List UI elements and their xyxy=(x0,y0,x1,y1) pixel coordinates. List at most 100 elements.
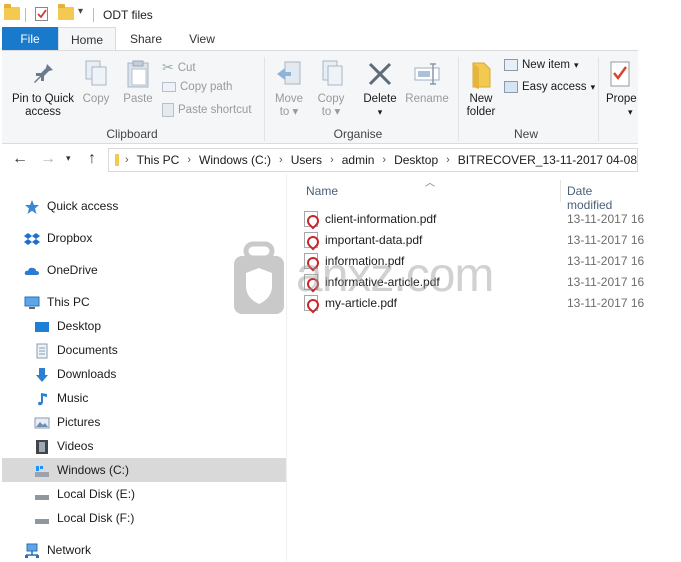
column-divider[interactable] xyxy=(560,180,561,202)
properties-button[interactable]: Prope ▾ xyxy=(602,59,638,119)
breadcrumb-separator: › xyxy=(382,154,387,166)
easy-access-icon xyxy=(504,81,518,93)
nav-item-videos[interactable]: Videos xyxy=(34,434,93,458)
tab-file[interactable]: File xyxy=(2,27,58,51)
rename-icon xyxy=(402,59,452,93)
nav-item-downloads[interactable]: Downloads xyxy=(34,362,116,386)
properties-check-icon[interactable] xyxy=(34,6,50,25)
copy-button[interactable]: Copy xyxy=(78,59,114,106)
paste-button[interactable]: Paste xyxy=(118,59,158,106)
tab-share[interactable]: Share xyxy=(122,27,170,51)
divider xyxy=(25,8,26,22)
copy-path-icon xyxy=(162,82,176,92)
star-icon xyxy=(24,199,40,214)
breadcrumb-current-folder[interactable]: BITRECOVER_13-11-2017 04-08 xyxy=(458,153,637,167)
nav-item-onedrive[interactable]: OneDrive xyxy=(24,258,98,282)
properties-label: Prope xyxy=(606,93,637,105)
column-header-name[interactable]: Name xyxy=(306,184,338,198)
file-date: 13-11-2017 16 xyxy=(567,212,645,226)
nav-item-quick-access[interactable]: Quick access xyxy=(24,194,118,218)
film-icon xyxy=(34,439,50,454)
divider xyxy=(93,8,94,22)
nav-item-label: Windows (C:) xyxy=(57,463,130,477)
move-to-label-2: to ▾ xyxy=(279,106,299,118)
nav-item-local-disk-e[interactable]: Local Disk (E:) xyxy=(34,482,135,506)
delete-x-icon xyxy=(360,59,400,93)
copy-to-label: Copy xyxy=(317,93,345,105)
new-folder-icon[interactable] xyxy=(58,4,74,20)
breadcrumb-separator: › xyxy=(125,154,129,166)
nav-item-music[interactable]: Music xyxy=(34,386,88,410)
delete-dropdown-icon: ▾ xyxy=(377,107,383,117)
scissors-icon: ✂ xyxy=(162,59,174,75)
nav-item-desktop[interactable]: Desktop xyxy=(34,314,101,338)
nav-item-dropbox[interactable]: Dropbox xyxy=(24,226,92,250)
nav-item-label: Documents xyxy=(57,343,118,357)
file-date: 13-11-2017 16 xyxy=(567,254,645,268)
new-group-label: New xyxy=(513,127,538,141)
breadcrumb-users[interactable]: Users xyxy=(291,153,322,167)
column-header-date-modified[interactable]: Date modified xyxy=(567,184,638,212)
navigation-pane: Quick access Dropbox OneDrive This PC De… xyxy=(0,174,288,562)
disk-icon xyxy=(34,511,50,525)
nav-item-pictures[interactable]: Pictures xyxy=(34,410,100,434)
address-bar[interactable]: › This PC › Windows (C:) › Users › admin… xyxy=(108,148,638,172)
rename-button[interactable]: Rename xyxy=(402,59,452,106)
cut-button[interactable]: ✂ Cut xyxy=(162,59,196,76)
divider xyxy=(286,174,287,562)
paste-shortcut-button[interactable]: Paste shortcut xyxy=(162,103,252,117)
chevron-down-icon: ▾ xyxy=(590,81,596,92)
nav-item-network[interactable]: Network xyxy=(24,538,91,562)
nav-item-label: Pictures xyxy=(57,415,101,429)
breadcrumb-desktop[interactable]: Desktop xyxy=(394,153,438,167)
file-row[interactable]: important-data.pdf 13-11-2017 16 xyxy=(304,230,644,250)
new-item-label: New item xyxy=(522,59,570,71)
divider xyxy=(458,57,459,141)
nav-item-label: OneDrive xyxy=(47,263,98,277)
nav-item-label: Local Disk (E:) xyxy=(57,487,136,501)
rename-label: Rename xyxy=(405,93,449,105)
new-folder-button[interactable]: New folder xyxy=(460,59,502,119)
copy-to-button[interactable]: Copy to ▾ xyxy=(312,59,350,119)
paste-label: Paste xyxy=(123,93,153,105)
title-bar: ▾ ODT files xyxy=(0,0,681,30)
easy-access-button[interactable]: Easy access ▾ xyxy=(504,81,595,93)
delete-button[interactable]: Delete ▾ xyxy=(360,59,400,119)
back-arrow-icon[interactable]: ← xyxy=(12,150,28,168)
paste-shortcut-label: Paste shortcut xyxy=(178,104,252,116)
file-row[interactable]: client-information.pdf 13-11-2017 16 xyxy=(304,209,644,229)
customize-toolbar-icon[interactable]: ▾ xyxy=(78,6,83,17)
copy-path-button[interactable]: Copy path xyxy=(162,81,232,93)
breadcrumb-this-pc[interactable]: This PC xyxy=(137,153,180,167)
nav-item-this-pc[interactable]: This PC xyxy=(24,290,90,314)
delete-label: Delete xyxy=(363,93,397,105)
nav-item-label: Local Disk (F:) xyxy=(57,511,135,525)
tab-view[interactable]: View xyxy=(178,27,226,51)
file-date: 13-11-2017 16 xyxy=(567,275,645,289)
nav-item-windows-c[interactable]: Windows (C:) xyxy=(2,458,286,482)
nav-item-label: Downloads xyxy=(57,367,117,381)
music-note-icon xyxy=(34,391,50,406)
new-folder-label-2: folder xyxy=(466,106,496,118)
nav-item-documents[interactable]: Documents xyxy=(34,338,118,362)
recent-locations-chevron-icon[interactable]: ▾ xyxy=(66,153,71,164)
breadcrumb-admin[interactable]: admin xyxy=(342,153,375,167)
copy-icon xyxy=(78,59,114,93)
move-to-button[interactable]: Move to ▾ xyxy=(270,59,308,119)
sort-ascending-chevron-icon: ︿ xyxy=(425,178,435,189)
nav-item-label: Network xyxy=(47,543,92,557)
breadcrumb-separator: › xyxy=(279,154,283,166)
new-item-button[interactable]: New item ▾ xyxy=(504,59,578,71)
file-list: ︿ Name Date modified client-information.… xyxy=(288,174,644,562)
breadcrumb-windows-c[interactable]: Windows (C:) xyxy=(199,153,271,167)
pin-to-quick-access-button[interactable]: Pin to Quick access xyxy=(6,59,80,119)
nav-item-local-disk-f[interactable]: Local Disk (F:) xyxy=(34,506,134,530)
copy-to-label-2: to ▾ xyxy=(321,106,341,118)
up-arrow-icon[interactable]: ↑ xyxy=(88,150,96,168)
forward-arrow-icon[interactable]: → xyxy=(40,150,56,168)
divider xyxy=(264,57,265,141)
navigation-bar: ← → ▾ ↑ › This PC › Windows (C:) › Users… xyxy=(0,146,681,174)
chevron-down-icon: ▾ xyxy=(573,59,579,70)
file-date: 13-11-2017 16 xyxy=(567,233,645,247)
tab-home[interactable]: Home xyxy=(58,27,116,51)
